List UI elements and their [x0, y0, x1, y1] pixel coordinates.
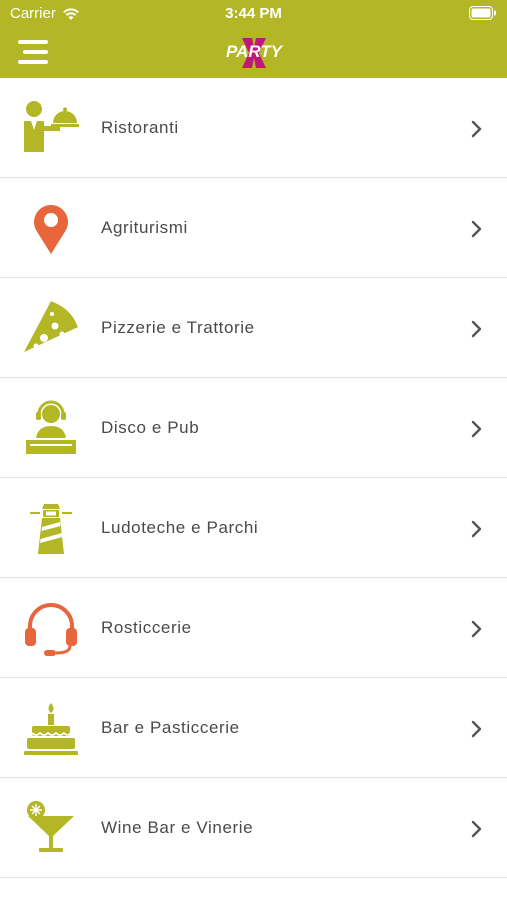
chevron-right-icon: [471, 520, 482, 538]
category-label: Pizzerie e Trattorie: [101, 318, 255, 337]
pizza-icon: [24, 301, 78, 352]
chevron-right-icon: [471, 720, 482, 738]
chevron-right-icon: [471, 820, 482, 838]
cocktail-icon: [27, 801, 74, 852]
menu-bar-middle: [23, 50, 48, 54]
dj-icon: [26, 400, 76, 454]
party-x-logo: PARTY: [226, 38, 284, 68]
status-bar: Carrier 3:44 PM: [0, 0, 507, 28]
category-row-bar-e-pasticcerie[interactable]: Bar e Pasticcerie: [0, 678, 507, 778]
category-label: Disco e Pub: [101, 418, 200, 437]
category-row-pizzerie-e-trattorie[interactable]: Pizzerie e Trattorie: [0, 278, 507, 378]
category-row-ristoranti[interactable]: Ristoranti: [0, 78, 507, 178]
headset-icon: [25, 603, 77, 656]
category-label: Ristoranti: [101, 118, 179, 137]
menu-bar-bottom: [18, 60, 48, 64]
svg-text:PARTY: PARTY: [226, 42, 284, 61]
status-time: 3:44 PM: [225, 5, 282, 22]
chevron-right-icon: [471, 420, 482, 438]
map-pin-icon: [34, 205, 68, 254]
menu-bar-top: [18, 40, 48, 44]
lighthouse-icon: [30, 504, 72, 554]
chevron-right-icon: [471, 620, 482, 638]
category-row-wine-bar-e-vinerie[interactable]: Wine Bar e Vinerie: [0, 778, 507, 878]
category-row-agriturismi[interactable]: Agriturismi: [0, 178, 507, 278]
category-label: Wine Bar e Vinerie: [101, 818, 254, 837]
chevron-right-icon: [471, 220, 482, 238]
category-label: Rosticcerie: [101, 618, 192, 637]
category-label: Agriturismi: [101, 218, 188, 237]
waiter-icon: [24, 101, 79, 152]
chevron-right-icon: [471, 120, 482, 138]
cake-icon: [24, 703, 78, 755]
battery-icon: [469, 6, 496, 20]
hamburger-menu-button[interactable]: [18, 40, 50, 64]
category-label: Ludoteche e Parchi: [101, 518, 259, 537]
category-label: Bar e Pasticcerie: [101, 718, 240, 737]
category-row-ludoteche-e-parchi[interactable]: Ludoteche e Parchi: [0, 478, 507, 578]
chevron-right-icon: [471, 320, 482, 338]
category-list: Ristoranti Agriturismi Pizzerie e Tratto…: [0, 78, 507, 878]
navigation-bar: Carrier 3:44 PM PARTY: [0, 0, 507, 78]
category-row-rosticcerie[interactable]: Rosticcerie: [0, 578, 507, 678]
category-row-disco-e-pub[interactable]: Disco e Pub: [0, 378, 507, 478]
